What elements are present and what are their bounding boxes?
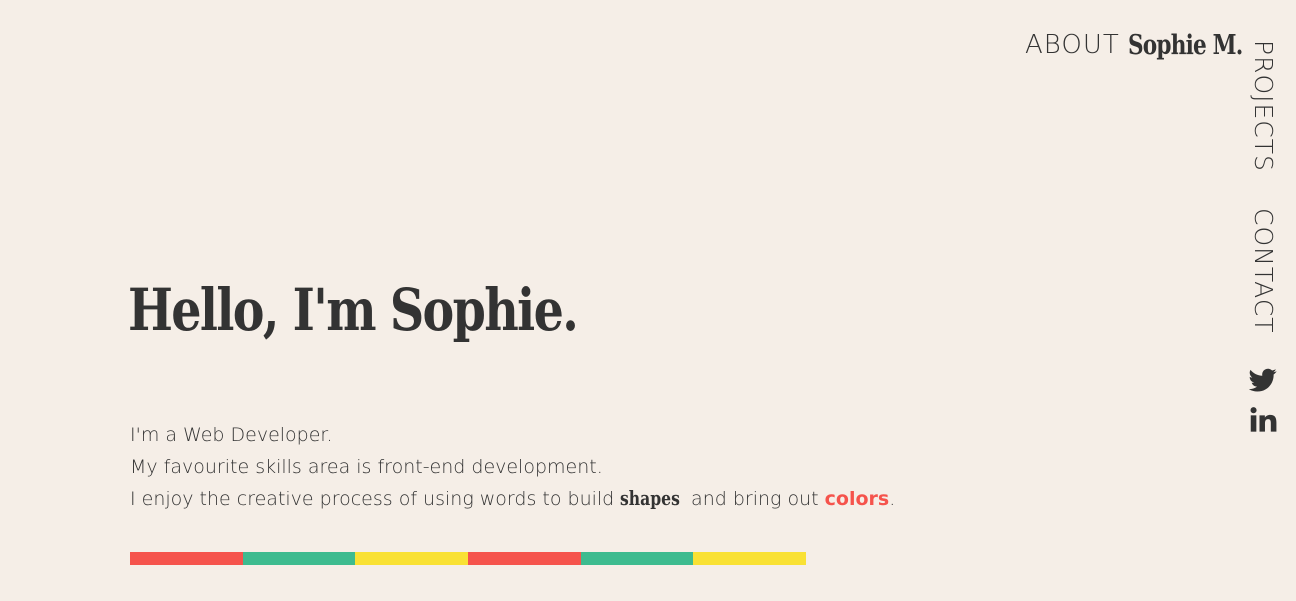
- color-strip-segment: [580, 552, 694, 565]
- shapes-word: shapes: [620, 486, 681, 510]
- page: ABOUT Sophie M. PROJECTS CONTACT Hello, …: [0, 0, 1296, 601]
- color-strip: [130, 552, 807, 565]
- nav-contact-link[interactable]: CONTACT: [1245, 208, 1281, 334]
- linkedin-icon[interactable]: [1249, 406, 1277, 434]
- intro-text: I'm a Web Developer. My favourite skills…: [130, 420, 895, 516]
- intro-line-1: I'm a Web Developer.: [130, 424, 333, 446]
- nav-about-link[interactable]: ABOUT: [1025, 30, 1120, 60]
- intro-line-3-end: .: [889, 488, 896, 510]
- intro-line-3-middle: and bring out: [685, 488, 825, 510]
- colors-word: colors: [824, 488, 890, 510]
- color-strip-segment: [242, 552, 356, 565]
- twitter-icon[interactable]: [1248, 366, 1277, 394]
- hero-title: Hello, I'm Sophie.: [128, 276, 579, 344]
- intro-line-2: My favourite skills area is front-end de…: [130, 455, 603, 478]
- intro-line-3-start: I enjoy the creative process of using wo…: [130, 488, 621, 510]
- color-strip-segment: [468, 552, 581, 565]
- brand-logo[interactable]: Sophie M.: [1128, 30, 1243, 61]
- color-strip-segment: [693, 552, 807, 565]
- color-strip-segment: [355, 552, 469, 565]
- color-strip-segment: [130, 552, 243, 565]
- intro-line-3: I enjoy the creative process of using wo…: [130, 483, 895, 516]
- nav-projects-link[interactable]: PROJECTS: [1245, 40, 1281, 172]
